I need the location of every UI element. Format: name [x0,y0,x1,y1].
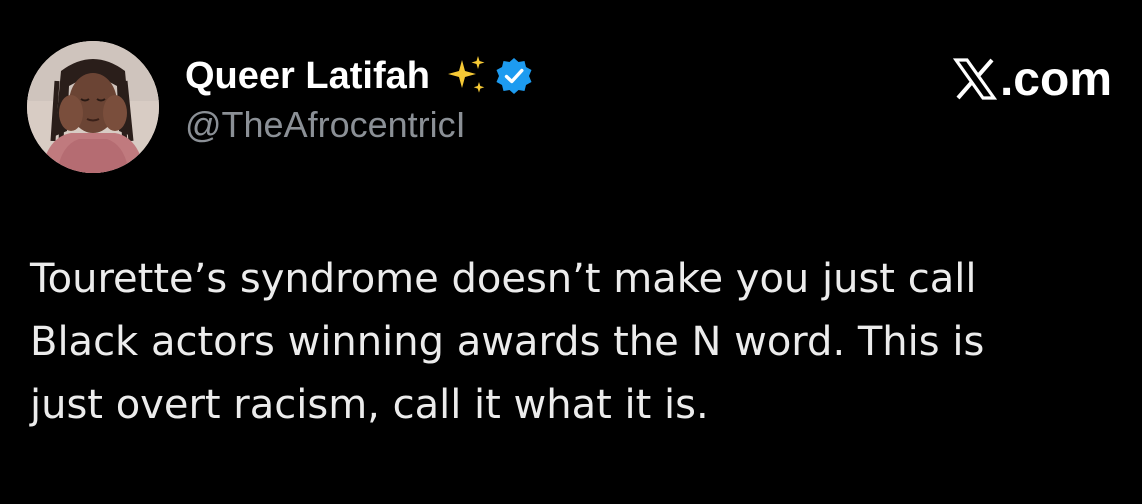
x-logo-icon [952,58,998,100]
display-name[interactable]: Queer Latifah [185,55,430,98]
tweet-text: Tourette’s syndrome doesn’t make you jus… [30,256,985,428]
avatar[interactable] [27,41,159,173]
sparkles-icon [447,56,485,93]
name-row: Queer Latifah [185,52,534,100]
tweet-card: Queer Latifah @TheAfrocentricI .com Tour… [0,0,1142,504]
avatar-image [27,41,159,173]
brand-domain: .com [999,52,1112,106]
brand-watermark: .com [952,52,1112,106]
author-info: Queer Latifah @TheAfrocentricI [185,52,534,146]
user-handle[interactable]: @TheAfrocentricI [185,104,534,146]
verified-badge-icon [496,58,532,94]
